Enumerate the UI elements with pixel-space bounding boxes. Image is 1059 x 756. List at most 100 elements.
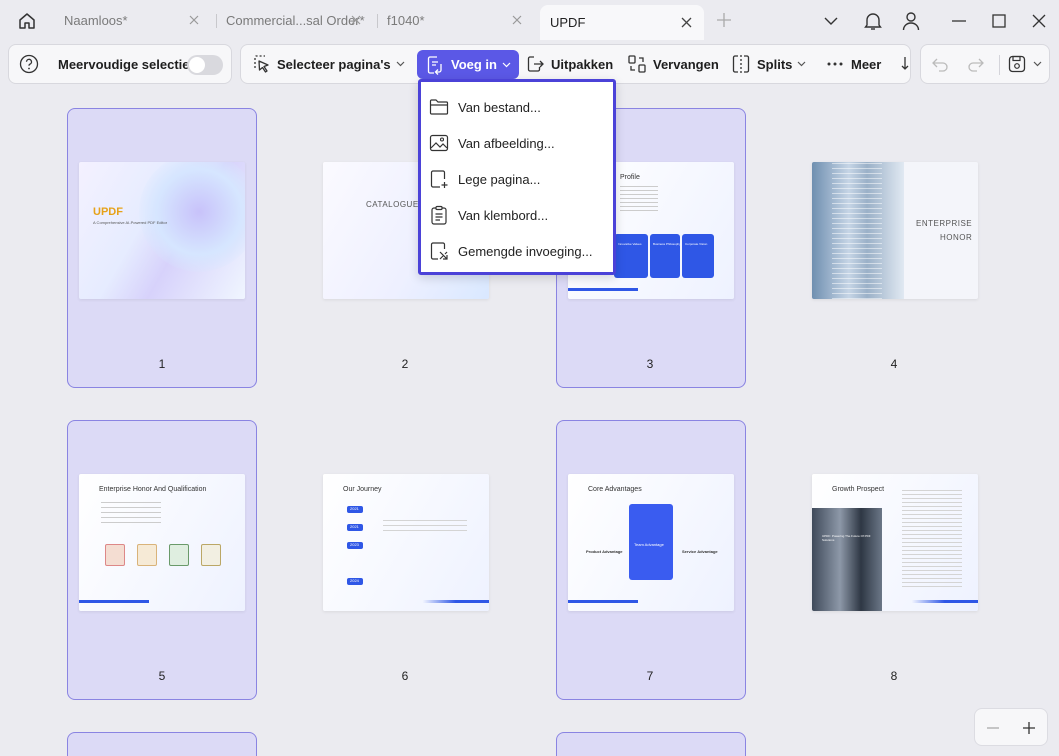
- split-icon: [732, 55, 750, 73]
- multi-select-toggle[interactable]: [187, 55, 223, 75]
- home-icon[interactable]: [14, 8, 40, 34]
- replace-icon: [628, 55, 646, 73]
- footer-bar: [79, 600, 149, 603]
- page-number: 7: [646, 669, 654, 683]
- menu-item-label: Van afbeelding...: [458, 135, 555, 151]
- zoom-out-icon[interactable]: [983, 718, 1003, 738]
- tab-label: Naamloos*: [64, 12, 128, 28]
- new-tab-icon[interactable]: [714, 10, 734, 30]
- extract-icon: [527, 56, 544, 72]
- page-number: 6: [401, 669, 409, 683]
- menu-item-from-image[interactable]: Van afbeelding...: [429, 129, 609, 157]
- decorative-blob: [139, 162, 245, 272]
- title-bar: Naamloos* Commercial...sal Order* f1040*…: [0, 0, 1059, 40]
- thumb-title: Growth Prospect: [832, 486, 885, 493]
- menu-item-blank-page[interactable]: Lege pagina...: [429, 165, 609, 193]
- close-icon[interactable]: [678, 14, 694, 30]
- split-label: Splits: [757, 56, 793, 72]
- tab-updf[interactable]: UPDF: [540, 5, 704, 40]
- caption-box: UPDF: Powering The Future Of PDF Solutio…: [822, 534, 882, 550]
- tab-naamloos[interactable]: Naamloos*: [54, 5, 212, 35]
- year-label: 2023: [350, 542, 359, 547]
- page-thumbnail-6[interactable]: Our Journey 2021 2021 2023 2024: [323, 474, 489, 611]
- chevron-down-icon: [396, 61, 405, 67]
- thumb-title: ENTERPRISE: [916, 219, 973, 228]
- extract-label: Uitpakken: [551, 56, 614, 72]
- user-icon[interactable]: [898, 8, 924, 34]
- folder-icon: [429, 99, 449, 115]
- page-thumbnail-7[interactable]: Core Advantages Product Advantage Team A…: [568, 474, 734, 611]
- year-label: 2021: [350, 524, 359, 529]
- chevron-down-icon[interactable]: [1033, 45, 1042, 83]
- page-thumbnail-4[interactable]: ENTERPRISE HONOR: [812, 162, 978, 299]
- tab-label: f1040*: [387, 12, 425, 28]
- thumb-item: Team Advantage: [634, 542, 664, 547]
- split-button[interactable]: Splits: [731, 45, 806, 83]
- thumb-item: Innovative Values: [618, 242, 642, 246]
- page-card-11[interactable]: [556, 732, 746, 756]
- select-pages-icon: [254, 55, 269, 73]
- close-icon[interactable]: [186, 12, 202, 28]
- year-label: 2024: [350, 578, 359, 583]
- image-icon: [429, 134, 449, 152]
- extract-button[interactable]: Uitpakken: [525, 45, 613, 83]
- thumb-item: Business Philosophy: [653, 242, 681, 246]
- replace-button[interactable]: Vervangen: [627, 45, 719, 83]
- page-number: 4: [890, 357, 898, 371]
- menu-item-label: Gemengde invoeging...: [458, 243, 593, 259]
- close-icon[interactable]: [348, 12, 364, 28]
- page-thumbnail-1[interactable]: UPDF A Comprehensive AI-Powered PDF Edit…: [79, 162, 245, 299]
- maximize-icon[interactable]: [986, 8, 1012, 34]
- profile-block: [682, 234, 714, 278]
- blank-page-icon: [430, 170, 448, 188]
- award-badge: [169, 544, 189, 566]
- undo-icon[interactable]: [931, 45, 949, 83]
- thumb-item: Corporate Vision: [685, 242, 708, 246]
- select-pages-label: Selecteer pagina's: [277, 56, 391, 72]
- insert-button[interactable]: Voeg in: [417, 50, 519, 79]
- more-button[interactable]: Meer: [825, 45, 881, 83]
- menu-item-from-file[interactable]: Van bestand...: [429, 93, 609, 121]
- footer-bar: [812, 600, 978, 603]
- footer-bar: [323, 600, 489, 603]
- page-thumbnail-5[interactable]: Enterprise Honor And Qualification: [79, 474, 245, 611]
- select-pages-button[interactable]: Selecteer pagina's: [251, 45, 405, 83]
- menu-item-mixed-insert[interactable]: Gemengde invoeging...: [429, 237, 609, 265]
- thumb-title: Core Advantages: [588, 486, 642, 493]
- close-icon[interactable]: [509, 12, 525, 28]
- toggle-knob: [189, 57, 205, 73]
- history-group: [920, 44, 1050, 84]
- page-number: 3: [646, 357, 654, 371]
- text-lines: [620, 186, 658, 212]
- page-tools-group: Selecteer pagina's Voeg in Uitpakken Ver…: [240, 44, 911, 84]
- text-lines: [902, 490, 962, 588]
- help-icon[interactable]: [19, 45, 39, 83]
- scroll-arrow-icon[interactable]: [901, 45, 909, 83]
- multi-select-group: Meervoudige selectie: [8, 44, 232, 84]
- bell-icon[interactable]: [860, 8, 886, 34]
- chevron-down-icon[interactable]: [818, 8, 844, 34]
- tab-f1040[interactable]: f1040*: [377, 5, 535, 35]
- menu-item-label: Van bestand...: [458, 99, 541, 115]
- thumb-item: Service Advantage: [682, 549, 718, 554]
- minimize-icon[interactable]: [946, 8, 972, 34]
- redo-icon[interactable]: [967, 45, 985, 83]
- tab-commercial[interactable]: Commercial...sal Order*: [216, 5, 374, 35]
- save-icon[interactable]: [1007, 45, 1027, 83]
- tab-label: Commercial...sal Order*: [226, 12, 365, 28]
- thumb-title: CATALOGUE: [366, 200, 419, 209]
- thumb-title: UPDF: [93, 206, 123, 218]
- building-image: [812, 508, 882, 611]
- page-thumbnail-8[interactable]: Growth Prospect UPDF: Powering The Futur…: [812, 474, 978, 611]
- clipboard-icon: [431, 205, 447, 225]
- thumb-title-2: HONOR: [940, 233, 973, 242]
- chevron-down-icon: [502, 62, 511, 67]
- thumb-title: Enterprise Honor And Qualification: [99, 486, 207, 493]
- text-lines: [101, 502, 161, 524]
- page-card-9[interactable]: [67, 732, 257, 756]
- text-lines: [383, 520, 467, 534]
- zoom-in-icon[interactable]: [1019, 718, 1039, 738]
- close-window-icon[interactable]: [1026, 8, 1052, 34]
- year-label: 2021: [350, 506, 359, 511]
- menu-item-from-clipboard[interactable]: Van klembord...: [429, 201, 609, 229]
